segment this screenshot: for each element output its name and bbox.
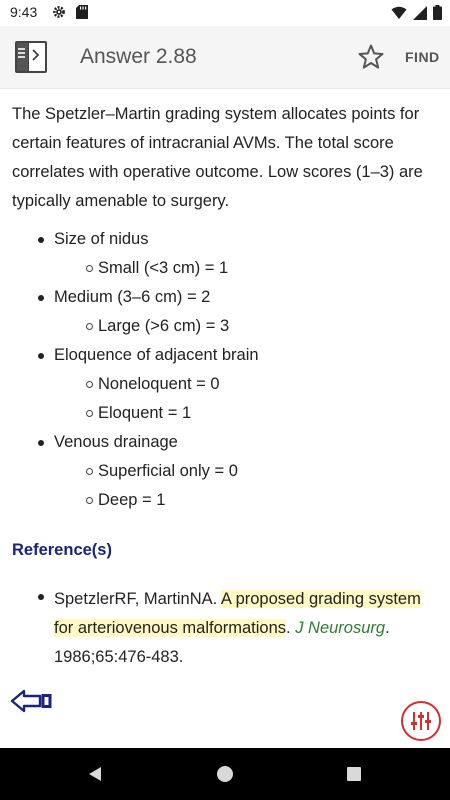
list-item-text: Size of nidus	[54, 230, 149, 248]
list-item-text: Small (<3 cm) = 1	[98, 259, 229, 277]
reference-text: SpetzlerRF, MartinNA. A proposed grading…	[54, 585, 438, 672]
back-arrow-icon[interactable]	[10, 686, 54, 716]
reference-separator: .	[286, 619, 296, 637]
bullet-dot	[38, 440, 44, 446]
gear-icon	[53, 6, 65, 18]
bullet-dot	[38, 295, 44, 301]
reference-authors: SpetzlerRF, MartinNA.	[54, 590, 221, 608]
status-time: 9:43	[10, 4, 38, 20]
list-item-text: Medium (3–6 cm) = 2	[54, 288, 211, 306]
battery-icon	[433, 5, 442, 20]
bullet-circle	[86, 381, 93, 388]
settings-filter-button[interactable]	[401, 701, 441, 741]
bullet-circle	[86, 497, 93, 504]
nav-recents-icon[interactable]	[347, 767, 361, 781]
answer-content: The Spetzler–Martin grading system alloc…	[0, 88, 450, 748]
wifi-icon	[391, 6, 407, 19]
app-bar: Answer 2.88 FIND	[0, 26, 450, 89]
status-icons	[391, 5, 442, 20]
reference-journal-link[interactable]: J Neurosurg	[295, 619, 385, 637]
bullet-circle	[86, 410, 93, 417]
signal-icon	[413, 5, 427, 20]
nav-home-icon[interactable]	[217, 766, 233, 782]
page-title: Answer 2.88	[80, 45, 197, 68]
bullet-circle	[86, 323, 93, 330]
bullet-dot	[38, 353, 44, 359]
intro-paragraph: The Spetzler–Martin grading system alloc…	[12, 105, 423, 210]
find-button[interactable]: FIND	[405, 49, 440, 65]
bullet-circle	[86, 265, 93, 272]
list-item-text: Deep = 1	[98, 491, 166, 509]
status-bar: 9:43	[0, 0, 450, 26]
sd-card-icon	[76, 5, 88, 19]
reference-heading: Reference(s)	[12, 541, 112, 559]
list-item-text: Venous drainage	[54, 433, 178, 451]
star-icon[interactable]	[357, 43, 385, 71]
bullet-dot	[38, 237, 44, 243]
list-item-text: Eloquence of adjacent brain	[54, 346, 259, 364]
list-item-text: Noneloquent = 0	[98, 375, 220, 393]
nav-back-icon[interactable]	[87, 766, 103, 782]
bullet-dot	[38, 594, 44, 600]
book-icon[interactable]	[14, 40, 48, 74]
sliders-icon	[411, 712, 431, 730]
list-item-text: Large (>6 cm) = 3	[98, 317, 230, 335]
list-item-text: Eloquent = 1	[98, 404, 192, 422]
list-item-text: Superficial only = 0	[98, 462, 238, 480]
system-nav-bar	[0, 748, 450, 800]
bullet-circle	[86, 468, 93, 475]
